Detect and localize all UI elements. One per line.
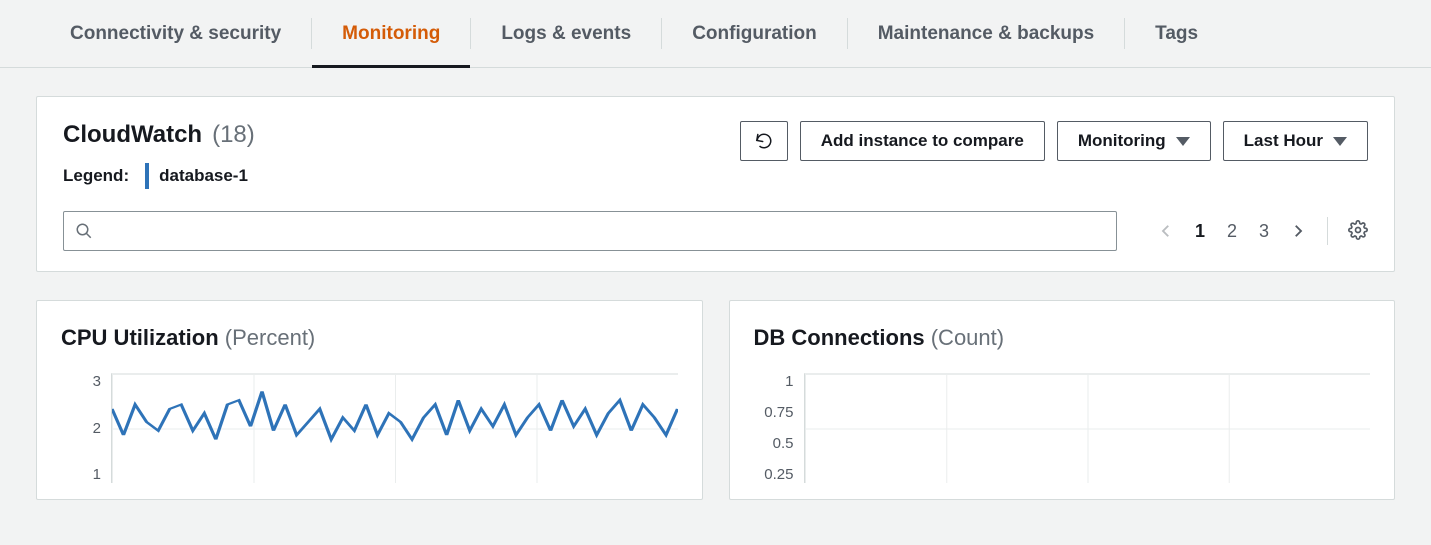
settings-button[interactable] [1348,220,1368,243]
legend-swatch [145,163,149,189]
cloudwatch-panel: CloudWatch (18) Legend: database-1 Add i… [36,96,1395,272]
search-input[interactable] [63,211,1117,251]
panel-count: (18) [212,121,255,149]
monitoring-dropdown[interactable]: Monitoring [1057,121,1211,161]
y-tick-label: 3 [61,373,101,390]
legend-item-label: database-1 [159,166,248,186]
gear-icon [1348,220,1368,240]
legend-label: Legend: [63,166,129,186]
page-number[interactable]: 1 [1195,221,1205,242]
tab-monitoring[interactable]: Monitoring [312,0,470,67]
tab-configuration[interactable]: Configuration [662,0,847,67]
divider [1327,217,1328,245]
time-range-label: Last Hour [1244,131,1323,151]
page-number[interactable]: 2 [1227,221,1237,242]
y-tick-label: 1 [754,373,794,390]
add-instance-to-compare-button[interactable]: Add instance to compare [800,121,1045,161]
panel-title: CloudWatch [63,121,202,149]
page-number[interactable]: 3 [1259,221,1269,242]
prev-page-button[interactable] [1157,222,1175,240]
y-tick-label: 0.75 [754,404,794,421]
chart-title: CPU Utilization (Percent) [61,325,678,351]
chart-plot [804,373,1371,483]
chevron-down-icon [1176,137,1190,146]
add-instance-label: Add instance to compare [821,131,1024,151]
y-tick-label: 1 [61,466,101,483]
chart-unit: (Percent) [225,325,315,350]
y-tick-label: 0.25 [754,466,794,483]
chart-card: DB Connections (Count) 1 0.75 0.5 0.25 [729,300,1396,500]
time-range-dropdown[interactable]: Last Hour [1223,121,1368,161]
chart-unit: (Count) [931,325,1004,350]
tab-tags[interactable]: Tags [1125,0,1228,67]
chart-card: CPU Utilization (Percent) 3 2 1 [36,300,703,500]
legend-item: database-1 [145,163,248,189]
chart-line [112,391,678,439]
tab-maintenance-backups[interactable]: Maintenance & backups [848,0,1124,67]
refresh-button[interactable] [740,121,788,161]
pager: 1 2 3 [1157,217,1368,245]
tab-connectivity-security[interactable]: Connectivity & security [40,0,311,67]
chevron-down-icon [1333,137,1347,146]
refresh-icon [755,132,773,150]
chart-plot [111,373,678,483]
y-tick-label: 2 [61,420,101,437]
chart-title: DB Connections (Count) [754,325,1371,351]
search-icon [75,222,93,240]
tab-logs-events[interactable]: Logs & events [471,0,661,67]
monitoring-dropdown-label: Monitoring [1078,131,1166,151]
y-tick-label: 0.5 [754,435,794,452]
next-page-button[interactable] [1289,222,1307,240]
